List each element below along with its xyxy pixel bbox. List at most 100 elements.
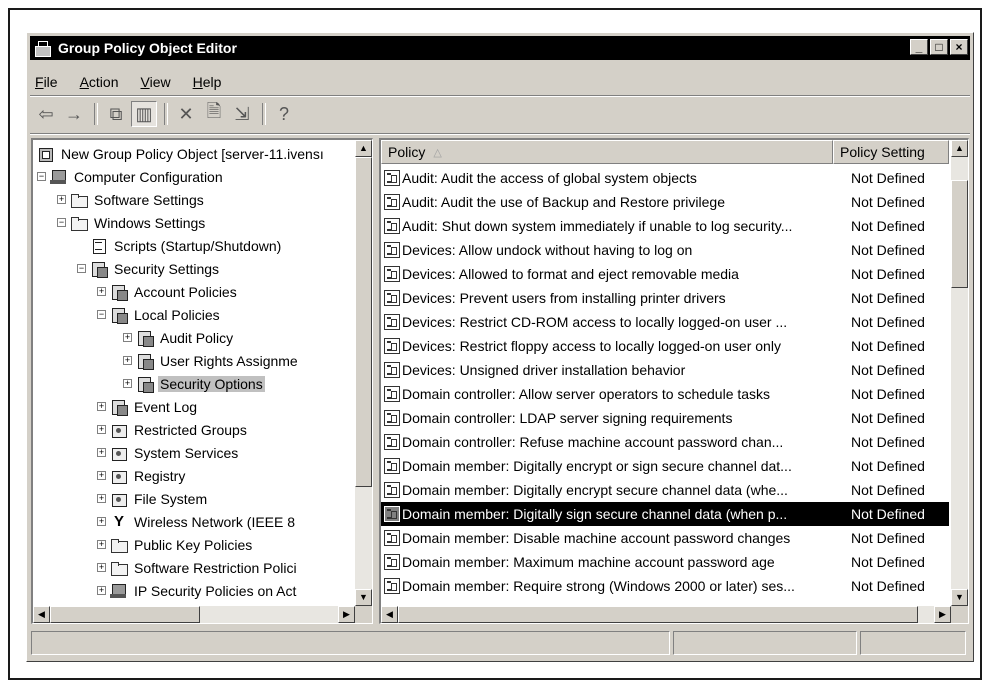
scroll-up-icon[interactable]: ▲ bbox=[355, 140, 372, 157]
expand-icon[interactable]: + bbox=[97, 425, 106, 434]
expand-icon[interactable]: + bbox=[97, 540, 106, 549]
tree-item-wireless-network[interactable]: + Y Wireless Network (IEEE 8 bbox=[97, 510, 297, 533]
tree-horizontal-scrollbar[interactable]: ◀ ▶ bbox=[33, 606, 355, 623]
delete-icon[interactable]: ✕ bbox=[173, 101, 199, 127]
folder-icon bbox=[110, 537, 128, 553]
table-row[interactable]: Devices: Prevent users from installing p… bbox=[381, 286, 949, 310]
menu-view[interactable]: View bbox=[139, 74, 173, 90]
tree-item-system-services[interactable]: + System Services bbox=[97, 441, 240, 464]
table-row[interactable]: Audit: Audit the access of global system… bbox=[381, 166, 949, 190]
details-list[interactable]: Policy △ Policy Setting Audit: Audit the… bbox=[379, 138, 969, 624]
tree-item-event-log[interactable]: + Event Log bbox=[97, 395, 199, 418]
forward-arrow-icon[interactable]: → bbox=[61, 101, 87, 127]
expand-icon[interactable]: + bbox=[123, 356, 132, 365]
tree-hscroll-thumb[interactable] bbox=[50, 606, 200, 623]
tree-item-gpo-root[interactable]: New Group Policy Object [server-11.ivens… bbox=[37, 142, 326, 165]
tree-item-label: Scripts (Startup/Shutdown) bbox=[114, 237, 282, 254]
table-row[interactable]: Domain member: Require strong (Windows 2… bbox=[381, 574, 949, 598]
collapse-icon[interactable]: − bbox=[37, 172, 46, 181]
console-tree[interactable]: New Group Policy Object [server-11.ivens… bbox=[31, 138, 373, 624]
table-row[interactable]: Domain controller: Refuse machine accoun… bbox=[381, 430, 949, 454]
expand-icon[interactable]: + bbox=[97, 563, 106, 572]
policy-name: Domain member: Require strong (Windows 2… bbox=[402, 578, 795, 594]
menu-help[interactable]: Help bbox=[191, 74, 224, 90]
table-row[interactable]: Devices: Restrict CD-ROM access to local… bbox=[381, 310, 949, 334]
scroll-down-icon[interactable]: ▼ bbox=[355, 589, 372, 606]
tree-item-account-policies[interactable]: + Account Policies bbox=[97, 280, 239, 303]
scroll-up-icon[interactable]: ▲ bbox=[951, 140, 968, 157]
tree-item-audit-policy[interactable]: + Audit Policy bbox=[123, 326, 235, 349]
table-row[interactable]: Domain member: Digitally encrypt secure … bbox=[381, 478, 949, 502]
scroll-right-icon[interactable]: ▶ bbox=[934, 606, 951, 623]
table-row[interactable]: Devices: Unsigned driver installation be… bbox=[381, 358, 949, 382]
tree-item-security-options[interactable]: + Security Options bbox=[123, 372, 265, 395]
column-header-policy[interactable]: Policy △ bbox=[381, 140, 833, 164]
expand-icon[interactable]: + bbox=[57, 195, 66, 204]
expand-icon[interactable]: + bbox=[123, 379, 132, 388]
menu-file[interactable]: File bbox=[33, 74, 60, 90]
table-row[interactable]: Audit: Shut down system immediately if u… bbox=[381, 214, 949, 238]
expand-icon[interactable]: + bbox=[97, 287, 106, 296]
antenna-icon: Y bbox=[113, 512, 124, 530]
policy-setting: Not Defined bbox=[851, 290, 925, 306]
export-list-icon[interactable]: ⇲ bbox=[229, 101, 255, 127]
back-arrow-icon[interactable]: ⇦ bbox=[33, 101, 59, 127]
tree-vertical-scrollbar[interactable]: ▲ ▼ bbox=[355, 140, 372, 606]
tree-item-software-settings[interactable]: + Software Settings bbox=[57, 188, 206, 211]
help-icon[interactable]: ? bbox=[271, 101, 297, 127]
table-row[interactable]: Devices: Restrict floppy access to local… bbox=[381, 334, 949, 358]
expand-icon[interactable]: + bbox=[97, 586, 106, 595]
up-folder-icon[interactable]: ⧉ bbox=[103, 101, 129, 127]
tree-item-windows-settings[interactable]: − Windows Settings bbox=[57, 211, 207, 234]
collapse-icon[interactable]: − bbox=[77, 264, 86, 273]
scroll-left-icon[interactable]: ◀ bbox=[381, 606, 398, 623]
tree-item-label: Registry bbox=[134, 467, 186, 484]
tree-item-computer-configuration[interactable]: − Computer Configuration bbox=[37, 165, 225, 188]
tree-item-software-restriction-policies[interactable]: + Software Restriction Polici bbox=[97, 556, 299, 579]
tree-item-registry[interactable]: + Registry bbox=[97, 464, 187, 487]
tree-item-public-key-policies[interactable]: + Public Key Policies bbox=[97, 533, 254, 556]
menu-action[interactable]: Action bbox=[78, 74, 121, 90]
tree-vscroll-thumb[interactable] bbox=[355, 157, 372, 487]
table-row[interactable]: Domain member: Disable machine account p… bbox=[381, 526, 949, 550]
collapse-icon[interactable]: − bbox=[57, 218, 66, 227]
policy-setting: Not Defined bbox=[851, 170, 925, 186]
expand-icon[interactable]: + bbox=[123, 333, 132, 342]
list-vertical-scrollbar[interactable]: ▲ ▼ bbox=[951, 140, 968, 606]
tree-item-file-system[interactable]: + File System bbox=[97, 487, 209, 510]
expand-icon[interactable]: + bbox=[97, 471, 106, 480]
tree-item-restricted-groups[interactable]: + Restricted Groups bbox=[97, 418, 249, 441]
maximize-button[interactable]: □ bbox=[930, 39, 948, 55]
tree-item-ip-security-policies[interactable]: + IP Security Policies on Act bbox=[97, 579, 298, 602]
table-row-selected[interactable]: Domain member: Digitally sign secure cha… bbox=[381, 502, 949, 526]
title-bar[interactable]: Group Policy Object Editor _ □ × bbox=[30, 36, 970, 60]
table-row[interactable]: Domain controller: LDAP server signing r… bbox=[381, 406, 949, 430]
show-hide-tree-icon[interactable]: ▥ bbox=[131, 101, 157, 127]
tree-item-label: Event Log bbox=[134, 398, 198, 415]
properties-icon[interactable]: 🗎 bbox=[201, 101, 227, 127]
table-row[interactable]: Devices: Allow undock without having to … bbox=[381, 238, 949, 262]
scroll-left-icon[interactable]: ◀ bbox=[33, 606, 50, 623]
close-button[interactable]: × bbox=[950, 39, 968, 55]
expand-icon[interactable]: + bbox=[97, 448, 106, 457]
table-row[interactable]: Domain member: Digitally encrypt or sign… bbox=[381, 454, 949, 478]
scroll-down-icon[interactable]: ▼ bbox=[951, 589, 968, 606]
tree-item-scripts[interactable]: Scripts (Startup/Shutdown) bbox=[90, 234, 283, 257]
minimize-button[interactable]: _ bbox=[910, 39, 928, 55]
tree-item-local-policies[interactable]: − Local Policies bbox=[97, 303, 222, 326]
table-row[interactable]: Audit: Audit the use of Backup and Resto… bbox=[381, 190, 949, 214]
expand-icon[interactable]: + bbox=[97, 402, 106, 411]
list-vscroll-thumb[interactable] bbox=[951, 180, 968, 288]
list-hscroll-thumb[interactable] bbox=[398, 606, 918, 623]
column-header-policy-setting[interactable]: Policy Setting bbox=[833, 140, 949, 164]
table-row[interactable]: Devices: Allowed to format and eject rem… bbox=[381, 262, 949, 286]
expand-icon[interactable]: + bbox=[97, 517, 106, 526]
list-horizontal-scrollbar[interactable]: ◀ ▶ bbox=[381, 606, 951, 623]
tree-item-security-settings[interactable]: − Security Settings bbox=[77, 257, 221, 280]
tree-item-user-rights-assignment[interactable]: + User Rights Assignme bbox=[123, 349, 300, 372]
expand-icon[interactable]: + bbox=[97, 494, 106, 503]
table-row[interactable]: Domain member: Maximum machine account p… bbox=[381, 550, 949, 574]
collapse-icon[interactable]: − bbox=[97, 310, 106, 319]
table-row[interactable]: Domain controller: Allow server operator… bbox=[381, 382, 949, 406]
scroll-right-icon[interactable]: ▶ bbox=[338, 606, 355, 623]
